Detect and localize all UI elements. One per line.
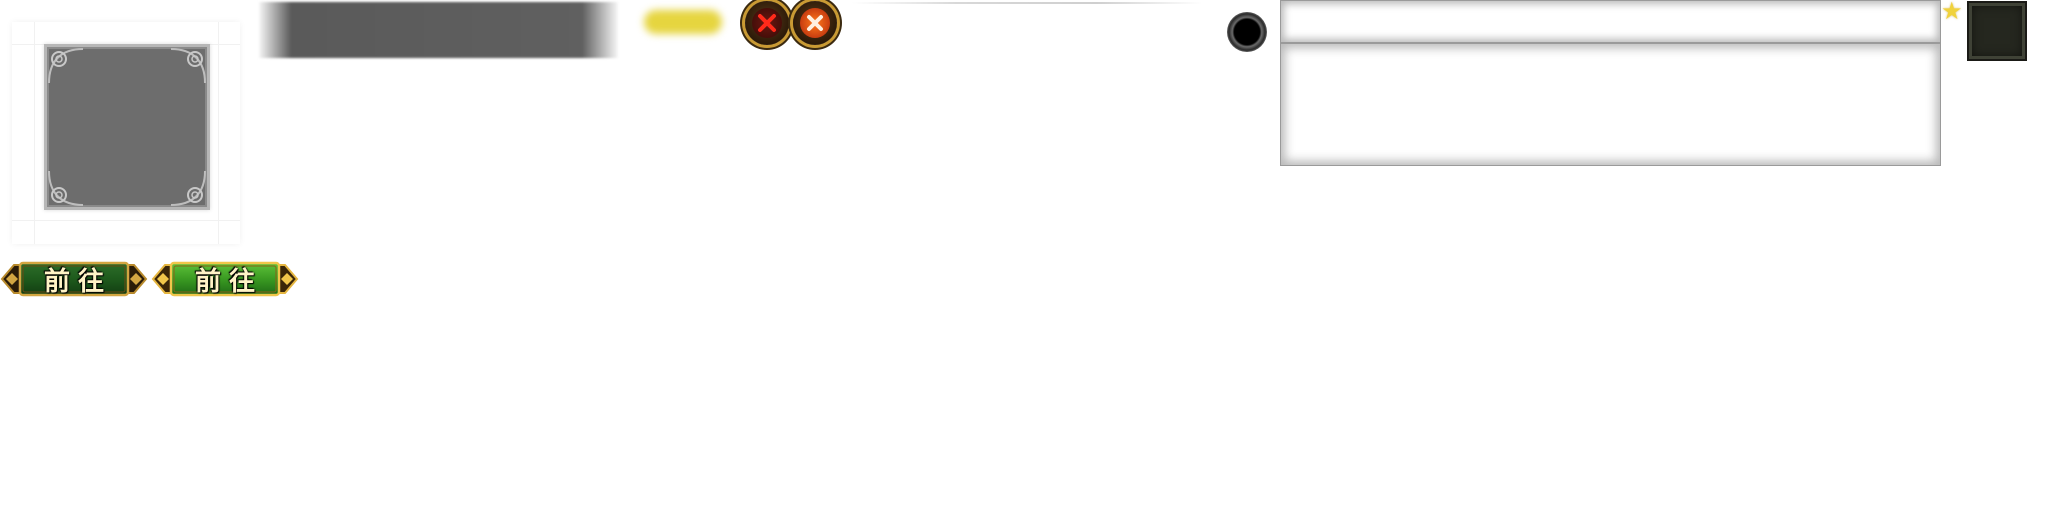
- frame-corner-ornament-icon: [48, 48, 84, 84]
- divider-line: [852, 2, 1202, 4]
- title-bar-background: [259, 2, 618, 58]
- ornate-portrait-frame: [44, 44, 210, 210]
- go-button-highlighted[interactable]: 前往: [151, 257, 299, 301]
- close-button-hover[interactable]: [793, 1, 837, 45]
- text-area-field[interactable]: [1280, 43, 1941, 166]
- highlight-glow: [644, 10, 722, 34]
- frame-corner-ornament-icon: [48, 170, 84, 206]
- go-button-label: 前往: [194, 266, 263, 297]
- go-button-label: 前往: [43, 266, 112, 297]
- x-icon: [807, 15, 823, 31]
- x-icon: [758, 14, 776, 32]
- star-icon: ★: [1941, 0, 1963, 25]
- text-input-field[interactable]: [1280, 0, 1941, 43]
- radio-button[interactable]: [1227, 12, 1267, 52]
- go-button[interactable]: 前往: [0, 257, 148, 301]
- frame-corner-ornament-icon: [170, 170, 206, 206]
- frame-corner-ornament-icon: [170, 48, 206, 84]
- item-slot[interactable]: [1967, 1, 2027, 61]
- close-button[interactable]: [745, 1, 789, 45]
